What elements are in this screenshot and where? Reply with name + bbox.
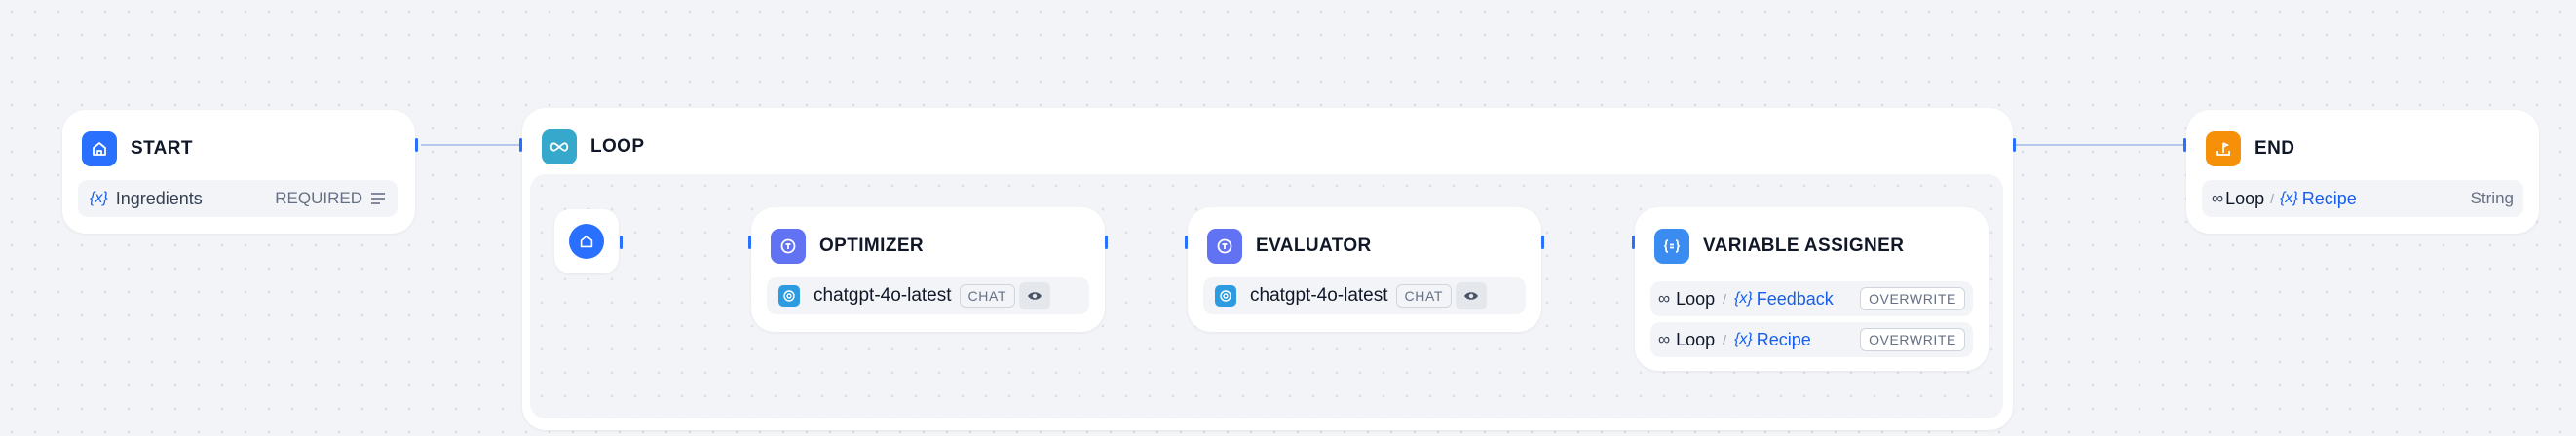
flag-icon xyxy=(2206,131,2241,166)
end-input-handle[interactable] xyxy=(2183,138,2186,152)
eye-icon[interactable] xyxy=(1456,282,1488,309)
assigner-row[interactable]: ∞ Loop / {x} Feedback OVERWRITE xyxy=(1650,281,1973,316)
openai-icon xyxy=(778,285,800,307)
variable-icon: {x} xyxy=(1734,290,1753,307)
openai-icon xyxy=(1215,285,1236,307)
loop-start-output-handle[interactable] xyxy=(620,236,623,249)
llm-icon xyxy=(771,229,806,264)
optimizer-model-name: chatgpt-4o-latest xyxy=(814,285,952,306)
infinity-icon xyxy=(542,129,577,164)
infinity-icon: ∞ xyxy=(1658,330,1671,348)
overwrite-tag: OVERWRITE xyxy=(1860,328,1965,351)
assigner-input-handle[interactable] xyxy=(1632,236,1635,249)
start-title: START xyxy=(131,138,193,159)
llm-icon xyxy=(1207,229,1242,264)
loop-start-node[interactable] xyxy=(554,209,619,273)
chat-mode-tag: CHAT xyxy=(1395,284,1453,308)
evaluator-model-name: chatgpt-4o-latest xyxy=(1250,285,1388,306)
edge-loop-end xyxy=(2015,144,2186,146)
assigner-variable-name: Feedback xyxy=(1756,288,1834,309)
start-variable-row[interactable]: {x} Ingredients REQUIRED xyxy=(78,180,398,217)
variable-icon: {x} xyxy=(90,190,108,206)
start-variable-name: Ingredients xyxy=(115,188,203,208)
optimizer-input-handle[interactable] xyxy=(748,236,751,249)
chat-mode-tag: CHAT xyxy=(959,284,1016,308)
assigner-title: VARIABLE ASSIGNER xyxy=(1703,236,1905,256)
overwrite-tag: OVERWRITE xyxy=(1860,287,1965,310)
edge-start-loop xyxy=(421,144,522,146)
variable-icon: {x} xyxy=(2280,190,2298,206)
evaluator-input-handle[interactable] xyxy=(1185,236,1188,249)
end-title: END xyxy=(2254,138,2295,159)
end-variable-name: Recipe xyxy=(2301,188,2357,208)
eye-icon[interactable] xyxy=(1019,282,1051,309)
start-node[interactable]: START {x} Ingredients REQUIRED xyxy=(62,110,415,234)
home-icon xyxy=(82,131,117,166)
assigner-row[interactable]: ∞ Loop / {x} Recipe OVERWRITE xyxy=(1650,322,1973,357)
evaluator-output-handle[interactable] xyxy=(1541,236,1544,249)
evaluator-title: EVALUATOR xyxy=(1256,236,1372,256)
optimizer-node[interactable]: OPTIMIZER chatgpt-4o-latest CHAT xyxy=(751,207,1105,332)
end-output-row[interactable]: ∞ Loop / {x} Recipe String xyxy=(2202,180,2523,217)
optimizer-model-row[interactable]: chatgpt-4o-latest CHAT xyxy=(767,277,1089,314)
home-icon xyxy=(569,224,604,259)
assigner-variable-name: Recipe xyxy=(1756,329,1811,349)
infinity-icon: ∞ xyxy=(1658,289,1671,308)
end-node[interactable]: END ∞ Loop / {x} Recipe String xyxy=(2186,110,2539,234)
start-output-handle[interactable] xyxy=(415,138,418,152)
output-type: String xyxy=(2470,189,2514,207)
loop-title: LOOP xyxy=(590,136,645,157)
evaluator-model-row[interactable]: chatgpt-4o-latest CHAT xyxy=(1203,277,1526,314)
optimizer-title: OPTIMIZER xyxy=(819,236,925,256)
text-lines-icon xyxy=(370,192,386,205)
loop-input-handle[interactable] xyxy=(519,138,522,152)
infinity-icon: ∞ xyxy=(2212,189,2224,207)
variable-assigner-node[interactable]: VARIABLE ASSIGNER ∞ Loop / {x} Feedback … xyxy=(1635,207,1989,371)
assign-icon xyxy=(1654,229,1689,264)
optimizer-output-handle[interactable] xyxy=(1105,236,1108,249)
required-badge: REQUIRED xyxy=(275,189,362,207)
evaluator-node[interactable]: EVALUATOR chatgpt-4o-latest CHAT xyxy=(1188,207,1541,332)
loop-output-handle[interactable] xyxy=(2013,138,2016,152)
variable-icon: {x} xyxy=(1734,331,1753,347)
